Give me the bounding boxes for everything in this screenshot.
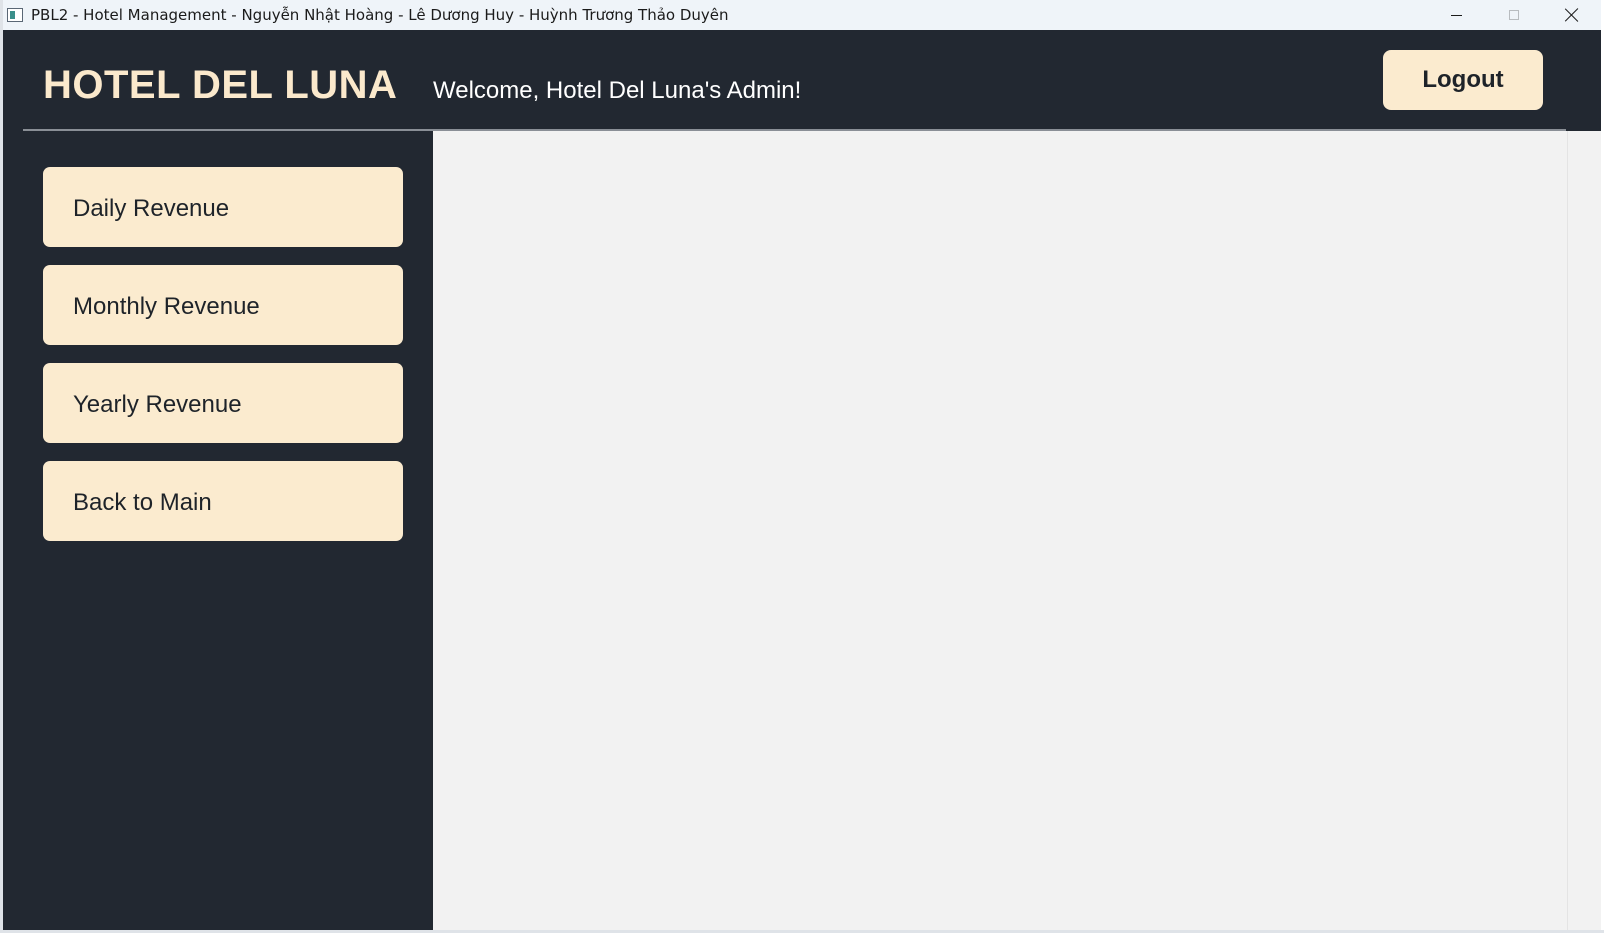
welcome-message: Welcome, Hotel Del Luna's Admin! (433, 77, 802, 104)
content-edge (1567, 131, 1568, 930)
close-button[interactable] (1543, 0, 1601, 30)
close-icon (1565, 8, 1579, 22)
back-to-main-button[interactable]: Back to Main (43, 461, 403, 541)
window-controls (1427, 0, 1601, 30)
daily-revenue-button[interactable]: Daily Revenue (43, 167, 403, 247)
window-title: PBL2 - Hotel Management - Nguyễn Nhật Ho… (31, 6, 729, 24)
maximize-icon (1509, 10, 1519, 20)
yearly-revenue-button[interactable]: Yearly Revenue (43, 363, 403, 443)
brand-title: HOTEL DEL LUNA (43, 63, 398, 107)
maximize-button[interactable] (1485, 0, 1543, 30)
app-header: HOTEL DEL LUNA Welcome, Hotel Del Luna's… (3, 30, 1601, 131)
app-icon (7, 8, 23, 22)
minimize-icon (1450, 14, 1462, 16)
logout-button[interactable]: Logout (1383, 50, 1543, 110)
content-panel (433, 131, 1601, 930)
monthly-revenue-button[interactable]: Monthly Revenue (43, 265, 403, 345)
app-window: PBL2 - Hotel Management - Nguyễn Nhật Ho… (3, 0, 1601, 930)
minimize-button[interactable] (1427, 0, 1485, 30)
sidebar: Daily Revenue Monthly Revenue Yearly Rev… (3, 131, 433, 930)
title-bar[interactable]: PBL2 - Hotel Management - Nguyễn Nhật Ho… (3, 0, 1601, 30)
